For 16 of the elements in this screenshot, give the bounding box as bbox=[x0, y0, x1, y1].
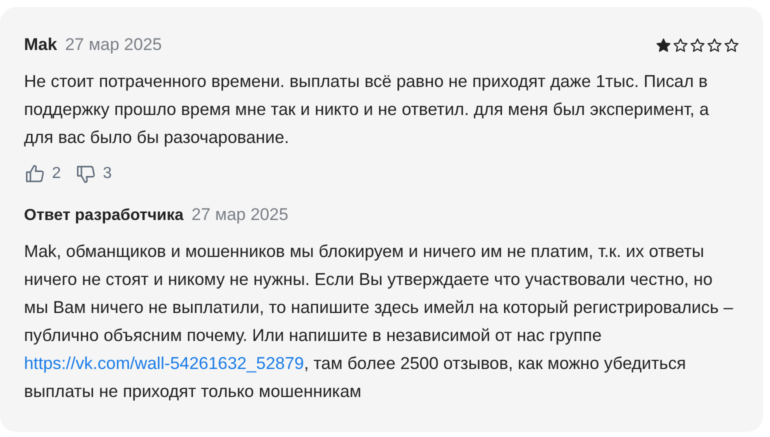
review-date: 27 мар 2025 bbox=[65, 35, 162, 55]
reply-title: Ответ разработчика bbox=[24, 207, 184, 225]
author-name: Mak bbox=[24, 35, 58, 55]
filled-star-icon bbox=[656, 38, 671, 52]
thumbs-up-icon bbox=[24, 163, 46, 185]
empty-star-icon bbox=[707, 38, 722, 52]
reply-text: Mak, обманщиков и мошенников мы блокируем и ничего им не платим, т.к. их ответы ничего не стоят и никому не нужны. Если Вы утверждаете что участвовали честно, но мы Вам ничего не выплатили, то напишите здесь имейл на который регистрировались – публично объясним почему. Или напишите в независимой от нас группе https://vk.com/wall-54261632_52879, там более 2500 отзывов, как можно убедиться выплаты не приходят только мошенникам bbox=[24, 240, 734, 403]
empty-star-icon bbox=[673, 38, 688, 52]
link[interactable]: https://vk.com/wall-54261632_52879 bbox=[24, 353, 304, 373]
empty-star-icon bbox=[724, 38, 739, 52]
reply-date: 27 мар 2025 bbox=[192, 205, 288, 225]
like-button[interactable]: 2 bbox=[24, 163, 61, 185]
review-text: Не стоит потраченного времени. выплаты всё равно не приходят даже 1тыс. Писал в поддержку прошло время мне так и никто и не ответил. для меня был эксперимент, а для вас было бы разочарование. bbox=[24, 70, 710, 149]
empty-star-icon bbox=[690, 38, 705, 52]
thumbs-down-icon bbox=[74, 163, 97, 185]
dislike-button[interactable]: 3 bbox=[74, 163, 112, 185]
